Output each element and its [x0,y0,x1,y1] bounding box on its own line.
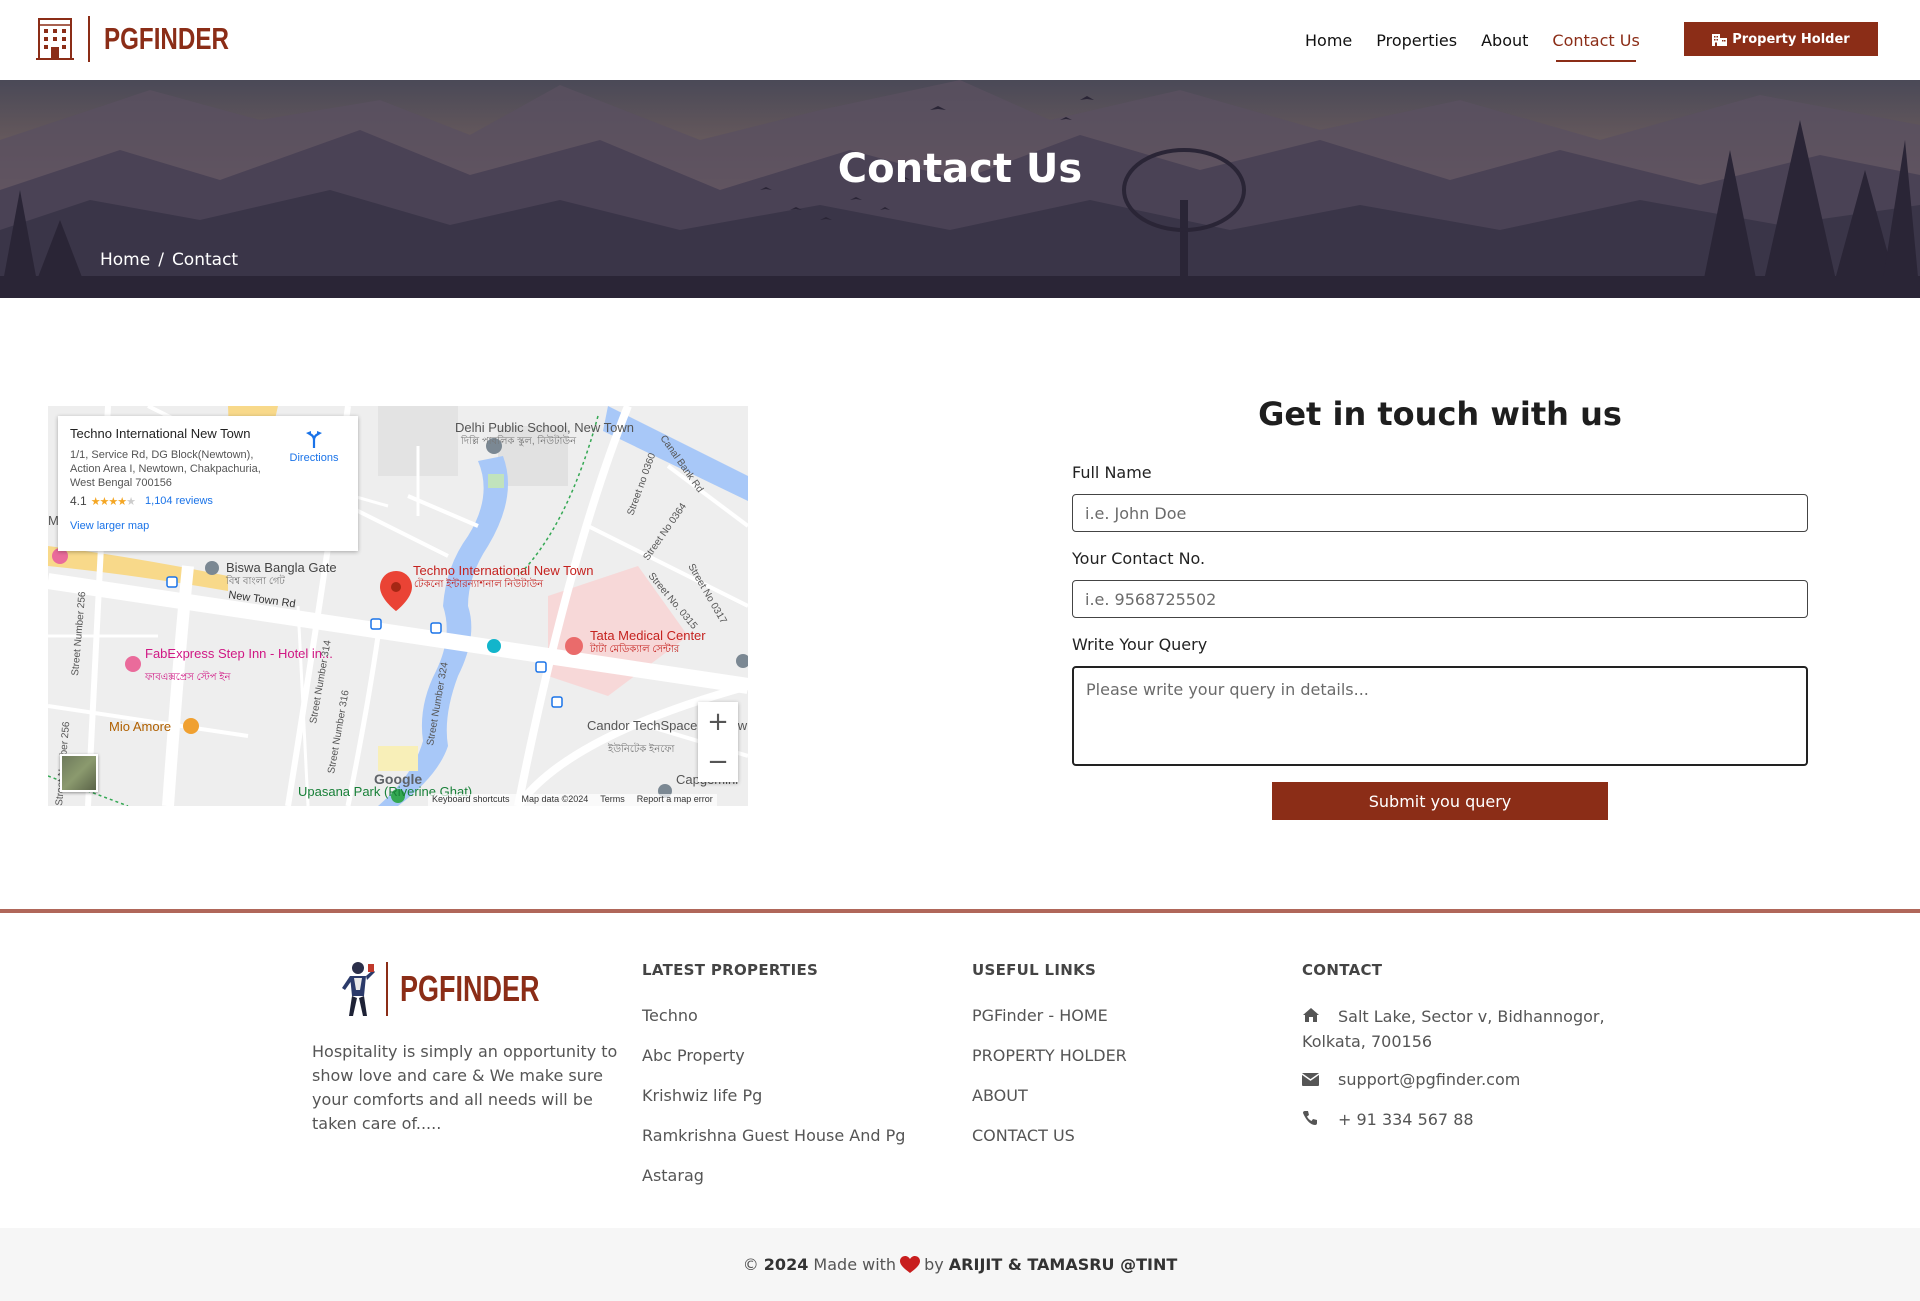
latest-property-link[interactable]: Astarag [642,1166,704,1185]
site-footer: PGFINDER Hospitality is simply an opport… [0,913,1920,1229]
contact-heading: CONTACT [1302,961,1383,979]
directions-icon [306,431,322,448]
map-zoom-controls: + − [698,702,738,782]
by-text: by [924,1255,944,1274]
property-holder-button[interactable]: Property Holder [1684,22,1878,56]
copyright-symbol: © [742,1255,759,1274]
map-label-fabexpress-bn: ফাবএক্সপ্রেস স্টেপ ইন [144,670,231,683]
top-navbar: PGFINDER Home Properties About Contact U… [0,0,1920,80]
footer-link-home[interactable]: PGFinder - HOME [972,1006,1108,1025]
breadcrumb-home[interactable]: Home [100,250,150,270]
building-icon [1712,33,1728,46]
copyright-bar: © 2024 Made with by ARIJIT & TAMASRU @TI… [0,1228,1920,1301]
footer-link-about[interactable]: ABOUT [972,1086,1028,1105]
map-label-techno: Techno International New Town [413,563,593,578]
hero-banner: Contact Us Home / Contact [0,80,1920,298]
map-label-biswa-bn: বিশ্ব বাংলা গেট [225,574,285,587]
map-label-biswa-bangla-gate: Biswa Bangla Gate [226,560,337,575]
brand-logo[interactable]: PGFINDER [36,15,264,63]
map-label-tata-medical: Tata Medical Center [590,628,706,643]
full-name-label: Full Name [1072,463,1152,482]
breadcrumb: Home / Contact [100,250,238,270]
breadcrumb-separator: / [158,250,164,270]
map-label-delhi-public-school: Delhi Public School, New Town [455,420,634,435]
footer-brand-name: PGFINDER [400,968,540,1009]
made-with-text: Made with [813,1255,897,1274]
building-icon [36,16,74,62]
map-rating-value: 4.1 [70,494,87,508]
footer-link-property-holder[interactable]: PROPERTY HOLDER [972,1046,1127,1065]
view-larger-map-link[interactable]: View larger map [70,520,346,532]
latest-property-link[interactable]: Techno [642,1006,698,1025]
map-label-techno-bn: টেকনো ইন্টারন্যাশনাল নিউটাউন [414,577,544,590]
envelope-icon [1301,1069,1338,1093]
nav-properties[interactable]: Properties [1376,31,1457,50]
mascot-logo-icon [342,962,375,1016]
query-textarea[interactable] [1072,666,1808,766]
embedded-google-map[interactable]: Delhi Public School, New Town দিল্লি পাব… [48,406,748,806]
zoom-out-icon[interactable]: − [707,749,729,775]
home-icon [1302,1006,1338,1030]
latest-property-link[interactable]: Krishwiz life Pg [642,1086,762,1105]
directions-label: Directions [289,452,339,464]
map-place-card: Techno International New Town 1/1, Servi… [58,416,358,551]
copyright-year: 2024 [763,1255,809,1274]
map-label-delhi-bn: দিল্লি পাবলিক স্কুল, নিউটাউন [460,434,577,447]
footer-phone-text: + 91 334 567 88 [1338,1110,1474,1129]
phone-icon [1302,1109,1338,1133]
google-logo: Google [374,771,423,787]
property-holder-label: Property Holder [1732,31,1850,47]
keyboard-shortcuts-link[interactable]: Keyboard shortcuts [432,794,510,806]
map-place-rating: 4.1 ★★★★★ 1,104 reviews [70,494,346,508]
heart-icon [900,1255,921,1274]
contact-no-label: Your Contact No. [1072,549,1206,568]
map-label-tata-bn: টাটা মেডিক্যাল সেন্টার [589,642,680,655]
map-label-candor-bn: ইউনিটেক ইনফো [607,742,676,755]
breadcrumb-current: Contact [171,250,239,270]
latest-properties-heading: LATEST PROPERTIES [642,961,819,979]
directions-button[interactable]: Directions [284,428,344,464]
useful-links-heading: USEFUL LINKS [972,961,1097,979]
nav-contact-us[interactable]: Contact Us [1552,31,1640,62]
footer-about-text: Hospitality is simply an opportunity to … [312,1042,618,1133]
copyright-authors: ARIJIT & TAMASRU @TINT [948,1255,1178,1274]
latest-property-link[interactable]: Ramkrishna Guest House And Pg [642,1126,905,1145]
zoom-in-icon[interactable]: + [707,709,729,735]
footer-phone: + 91 334 567 88 [1302,1108,1642,1133]
brand-name: PGFINDER [104,21,229,56]
footer-email: support@pgfinder.com [1301,1068,1642,1093]
contact-no-input[interactable] [1072,580,1808,618]
nav-about[interactable]: About [1481,31,1528,50]
submit-query-button[interactable]: Submit you query [1272,782,1608,820]
brand-divider [88,16,90,62]
latest-property-link[interactable]: Abc Property [642,1046,745,1065]
star-rating-icon: ★★★★★ [90,495,136,508]
query-label: Write Your Query [1072,635,1208,654]
report-map-error-link[interactable]: Report a map error [637,794,713,806]
footer-address-text: Salt Lake, Sector v, Bidhannogor, Kolkat… [1302,1007,1605,1051]
form-title: Get in touch with us [1258,395,1622,433]
footer-brand-divider [386,962,388,1016]
page-title: Contact Us [837,146,1083,192]
footer-link-contact-us[interactable]: CONTACT US [972,1126,1075,1145]
footer-address: Salt Lake, Sector v, Bidhannogor, Kolkat… [1302,1005,1642,1054]
map-label-mio-amore: Mio Amore [109,719,171,734]
main-nav: Home Properties About Contact Us [1305,0,1664,80]
satellite-toggle[interactable] [60,754,98,792]
map-terms-link[interactable]: Terms [600,794,625,806]
footer-email-link[interactable]: support@pgfinder.com [1338,1070,1520,1089]
full-name-input[interactable] [1072,494,1808,532]
map-data-credit: Map data ©2024 [521,794,589,804]
nav-home[interactable]: Home [1305,31,1352,50]
map-attribution-bar: Keyboard shortcuts Map data ©2024 Terms … [428,794,717,806]
map-reviews-link[interactable]: 1,104 reviews [145,495,213,507]
map-label-fabexpress: FabExpress Step Inn - Hotel in... [145,646,333,661]
footer-brand-logo[interactable]: PGFINDER [340,960,586,1018]
map-place-address: 1/1, Service Rd, DG Block(Newtown), Acti… [70,449,261,489]
